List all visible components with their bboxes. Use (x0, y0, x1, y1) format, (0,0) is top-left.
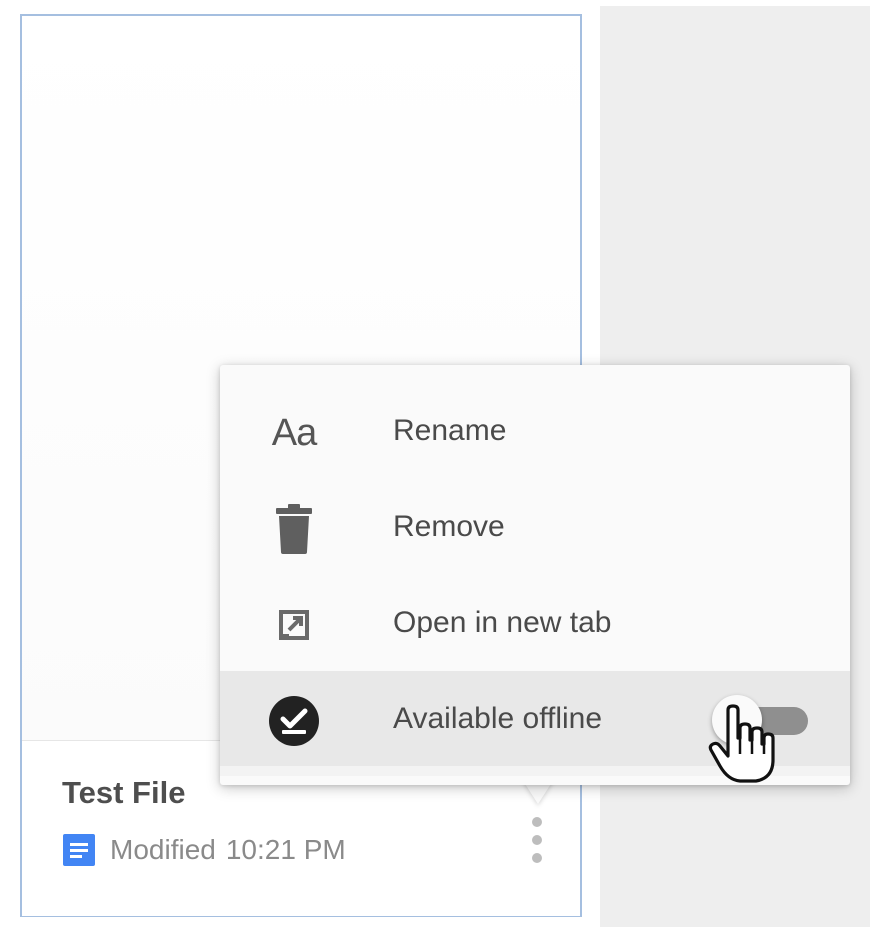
file-meta: Modified 10:21 PM (62, 833, 346, 867)
menu-item-remove[interactable]: Remove (220, 479, 850, 575)
modified-time: 10:21 PM (225, 834, 346, 865)
menu-item-rename[interactable]: Aa Rename (220, 383, 850, 479)
menu-item-label: Remove (393, 510, 505, 543)
rename-aa-icon: Aa (271, 411, 317, 454)
more-options-button[interactable] (520, 807, 554, 877)
more-vert-icon (530, 815, 544, 870)
modified-label: Modified (110, 834, 216, 865)
menu-item-label: Open in new tab (393, 606, 612, 639)
hand-pointer-cursor-icon (706, 704, 778, 784)
menu-item-open-new-tab[interactable]: Open in new tab (220, 575, 850, 671)
docs-file-icon (62, 833, 96, 867)
menu-item-label: Rename (393, 414, 507, 447)
file-title: Test File (62, 775, 186, 810)
trash-icon (266, 501, 322, 557)
open-in-new-icon (266, 597, 322, 653)
menu-item-label: Available offline (393, 702, 603, 735)
offline-check-icon (266, 693, 322, 749)
